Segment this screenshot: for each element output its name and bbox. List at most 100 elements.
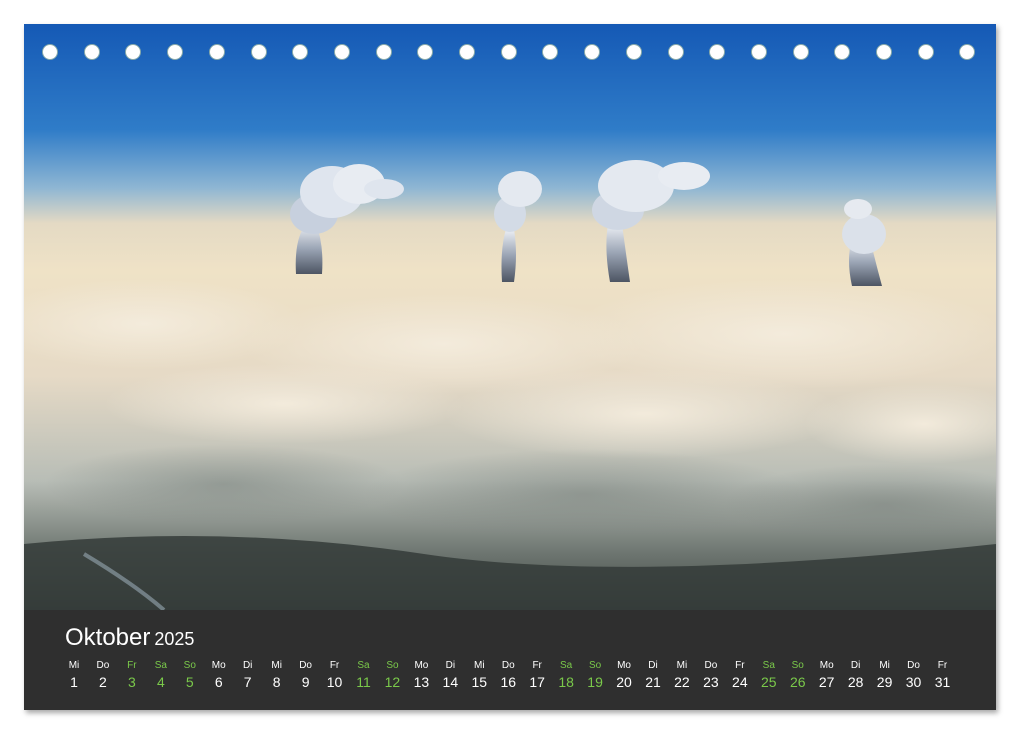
binding-hole [42,44,58,60]
day-number: 24 [732,674,748,690]
weekday-label: So [588,660,602,671]
day-cell: Fr 3 [118,660,146,690]
day-cell: Mi 29 [871,660,899,690]
weekday-label: Fr [937,660,948,671]
day-cell: Do 2 [89,660,117,690]
day-cell: Sa 4 [147,660,175,690]
day-number: 15 [471,674,488,690]
day-cell: So 5 [176,660,204,690]
binding-hole [834,44,851,60]
day-number: 26 [789,674,806,690]
binding-holes [24,24,996,84]
weekday-label: Do [704,660,718,671]
weekday-label: Di [648,660,658,671]
weekday-label: Do [299,660,312,671]
day-number: 31 [934,674,951,690]
day-number: 14 [442,674,459,690]
day-number: 4 [156,674,165,690]
day-number: 22 [674,674,690,690]
weekday-label: Mo [617,660,631,671]
binding-hole [959,44,976,60]
binding-hole [917,44,934,60]
weekday-label: Di [242,660,253,671]
day-cell: Mi 15 [465,660,493,690]
day-number: 13 [413,674,430,690]
day-cell: Do 9 [292,660,320,690]
weekday-label: Di [445,660,456,671]
weekday-label: Do [501,660,515,671]
weekday-label: Fr [329,660,340,671]
calendar-bar: Oktober 2025 Mi 1 Do 2 Fr 3 Sa 4 So 5 Mo 6 Di 7 Mi 8 Do 9 F… [24,610,996,710]
day-number: 8 [272,674,281,690]
day-cell: So 26 [784,660,812,690]
day-number: 29 [876,674,893,690]
day-number: 10 [326,674,343,690]
day-row: Mi 1 Do 2 Fr 3 Sa 4 So 5 Mo 6 Di 7 Mi 8 Do 9 Fr 10 Sa 11 So 12 M… [60,660,990,700]
weekday-label: Sa [560,660,573,671]
binding-hole [292,44,309,60]
weekday-label: Mi [271,660,282,671]
day-number: 19 [587,674,603,690]
day-cell: Fr 17 [523,660,551,690]
day-cell: Mo 27 [813,660,841,690]
weekday-label: Sa [357,660,370,671]
weekday-label: So [183,660,196,671]
day-number: 16 [500,674,517,690]
weekday-label: Do [907,660,920,671]
weekday-label: Fr [735,660,745,671]
day-number: 20 [616,674,632,690]
day-cell: Mi 22 [668,660,696,690]
day-number: 2 [99,674,107,690]
binding-hole [667,44,684,60]
day-number: 27 [818,674,835,690]
day-number: 7 [243,674,252,690]
photo-illustration [24,24,996,610]
year-label: 2025 [154,629,195,649]
day-cell: Fr 24 [726,660,754,690]
day-cell: Mo 20 [610,660,638,690]
weekday-label: Mi [676,660,688,671]
binding-hole [542,44,559,60]
day-cell: Sa 11 [350,660,378,690]
day-cell: Mi 1 [60,660,88,690]
day-cell: Mo 6 [205,660,233,690]
binding-hole [417,44,434,60]
binding-hole [125,44,142,60]
weekday-label: Mo [211,660,226,671]
day-number: 18 [558,674,574,690]
month-title: Oktober 2025 [65,624,194,652]
weekday-label: Mo [414,660,429,671]
binding-hole [876,44,892,60]
day-number: 28 [847,674,864,690]
binding-hole [167,44,184,60]
day-cell: Do 16 [494,660,522,690]
weekday-label: Mi [879,660,890,671]
day-number: 3 [127,674,136,690]
weekday-label: So [791,660,804,671]
day-cell: Di 7 [234,660,262,690]
day-cell: So 12 [378,660,406,690]
day-number: 21 [645,674,661,690]
weekday-label: Do [96,660,110,671]
day-cell: Sa 25 [755,660,783,690]
day-number: 25 [761,674,777,690]
day-cell: Fr 31 [929,660,957,690]
binding-hole [83,44,100,60]
binding-hole [792,44,809,60]
weekday-label: Mi [68,660,80,671]
weekday-label: Di [850,660,861,671]
weekday-label: So [386,660,399,671]
day-cell: Mi 8 [263,660,291,690]
month-name: Oktober [65,624,151,651]
binding-hole [250,44,267,60]
day-number: 9 [301,674,310,690]
day-cell: Di 14 [436,660,464,690]
day-cell: Do 23 [697,660,725,690]
day-cell: Fr 10 [321,660,349,690]
binding-hole [500,44,517,60]
binding-hole [333,44,350,60]
day-number: 1 [70,674,78,690]
day-number: 30 [905,674,922,690]
day-number: 17 [529,674,545,690]
weekday-label: Mo [819,660,834,671]
